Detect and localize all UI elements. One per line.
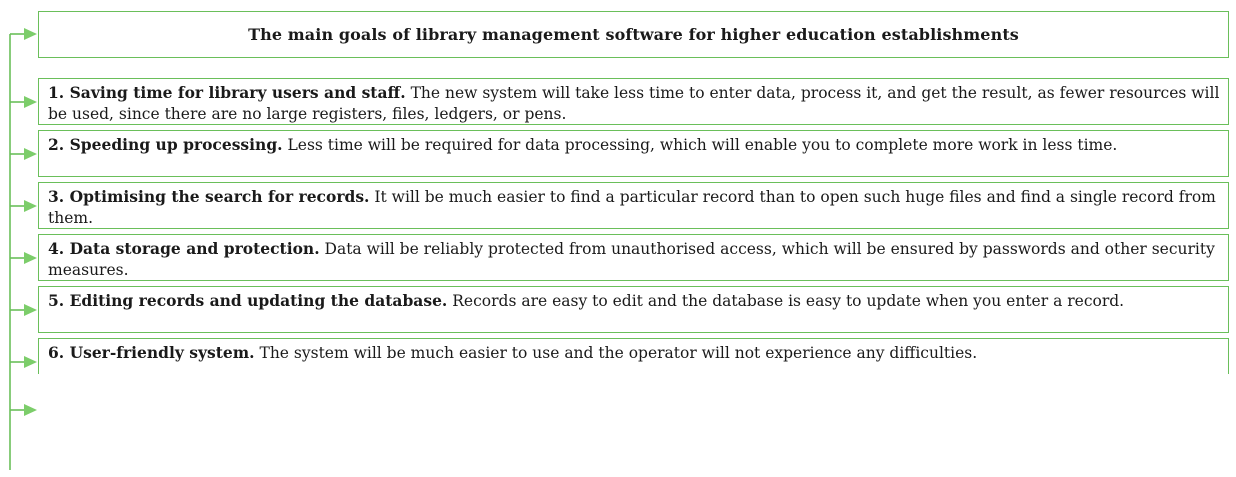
goal-heading: 1. Saving time for library users and sta… [48,83,406,102]
goal-heading: 3. Optimising the search for records. [48,187,370,206]
connector-line [9,28,37,470]
arrow-head-icon [24,404,37,416]
goal-heading: 2. Speeding up processing. [48,135,283,154]
goal-heading: 4. Data storage and protection. [48,239,320,258]
goal-item: 5. Editing records and updating the data… [38,286,1229,333]
arrow-head-icon [24,252,37,264]
arrow-head-icon [24,96,37,108]
goal-description: Less time will be required for data proc… [287,136,1118,154]
arrow-head-icon [24,304,37,316]
diagram-title: The main goals of library management sof… [248,25,1019,44]
goal-item: 2. Speeding up processing. Less time wil… [38,130,1229,177]
goal-item: 6. User-friendly system. The system will… [38,338,1229,374]
arrow-head-icon [24,356,37,368]
goal-description: The system will be much easier to use an… [259,344,978,362]
arrow-head-icon [24,200,37,212]
goal-item: 1. Saving time for library users and sta… [38,78,1229,125]
goal-heading: 6. User-friendly system. [48,343,255,362]
arrow-head-icon [24,148,37,160]
goal-description: Records are easy to edit and the databas… [452,292,1125,310]
goal-heading: 5. Editing records and updating the data… [48,291,448,310]
goal-item: 3. Optimising the search for records. It… [38,182,1229,229]
goal-item: 4. Data storage and protection. Data wil… [38,234,1229,281]
arrow-head-icon [24,28,37,40]
diagram-title-box: The main goals of library management sof… [38,11,1229,58]
